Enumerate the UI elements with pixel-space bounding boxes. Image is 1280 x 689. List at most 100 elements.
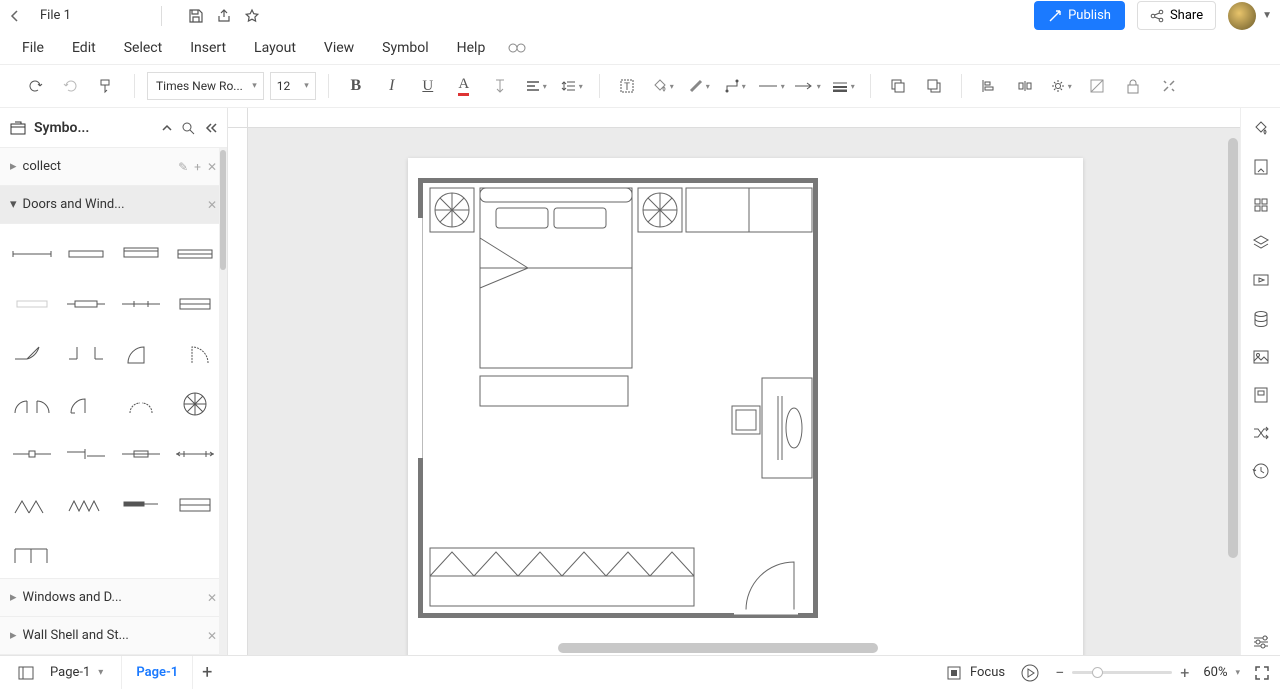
- focus-mode[interactable]: Focus: [946, 665, 1005, 681]
- bring-front-button[interactable]: [919, 71, 949, 101]
- lock-button[interactable]: [1118, 71, 1148, 101]
- zoom-out-button[interactable]: −: [1055, 663, 1064, 682]
- bold-button[interactable]: B: [341, 71, 371, 101]
- floorplan-drawing[interactable]: [418, 178, 818, 618]
- shuffle-icon[interactable]: [1248, 420, 1274, 446]
- menu-view[interactable]: View: [310, 34, 368, 62]
- menu-symbol[interactable]: Symbol: [368, 34, 442, 62]
- search-icon[interactable]: [181, 121, 195, 135]
- line-spacing-button[interactable]: [557, 71, 587, 101]
- symbol-sliding-4[interactable]: [171, 434, 219, 474]
- text-direction-button[interactable]: [485, 71, 515, 101]
- close-icon[interactable]: ✕: [207, 198, 217, 212]
- italic-button[interactable]: I: [377, 71, 407, 101]
- page-selector[interactable]: Page-1 ▾: [42, 665, 111, 680]
- font-size-select[interactable]: 12: [270, 72, 316, 100]
- avatar[interactable]: [1228, 2, 1256, 30]
- settings-toggle-icon[interactable]: [1248, 629, 1274, 655]
- font-color-button[interactable]: A: [449, 71, 479, 101]
- text-box-button[interactable]: T: [612, 71, 642, 101]
- align-button[interactable]: [521, 71, 551, 101]
- canvas-h-scrollbar[interactable]: [558, 643, 878, 653]
- symbol-bifold-1[interactable]: [8, 484, 56, 524]
- undo-button[interactable]: [20, 71, 50, 101]
- chevron-up-icon[interactable]: [161, 122, 173, 134]
- play-icon[interactable]: [1021, 664, 1039, 682]
- fill-color-button[interactable]: [648, 71, 678, 101]
- zoom-level[interactable]: 60%: [1203, 665, 1227, 680]
- publish-button[interactable]: Publish: [1034, 1, 1125, 30]
- data-icon[interactable]: [1248, 306, 1274, 332]
- menu-insert[interactable]: Insert: [176, 34, 240, 62]
- redo-button[interactable]: [56, 71, 86, 101]
- add-icon[interactable]: +: [194, 160, 201, 174]
- canvas[interactable]: [228, 108, 1240, 655]
- avatar-menu-caret[interactable]: ▼: [1262, 10, 1272, 21]
- symbol-door-1[interactable]: [8, 334, 56, 374]
- section-doors-windows[interactable]: ▾ Doors and Wind... ✕: [0, 186, 227, 224]
- symbol-wall-1[interactable]: [8, 234, 56, 274]
- symbol-door-arc-1[interactable]: [117, 334, 165, 374]
- section-windows[interactable]: ▸ Windows and D... ✕: [0, 579, 227, 617]
- symbol-door-2[interactable]: [62, 334, 110, 374]
- back-button[interactable]: [8, 9, 32, 23]
- grid-icon[interactable]: [1248, 192, 1274, 218]
- connector-button[interactable]: [720, 71, 750, 101]
- history-icon[interactable]: [1248, 458, 1274, 484]
- canvas-v-scrollbar[interactable]: [1228, 138, 1238, 558]
- symbol-sliding-3[interactable]: [117, 434, 165, 474]
- effects-button[interactable]: [1046, 71, 1076, 101]
- align-objects-button[interactable]: [974, 71, 1004, 101]
- menu-edit[interactable]: Edit: [58, 34, 110, 62]
- symbol-window-1[interactable]: [171, 284, 219, 324]
- zoom-slider[interactable]: [1072, 671, 1172, 674]
- line-color-button[interactable]: [684, 71, 714, 101]
- page-setup-icon[interactable]: [1248, 154, 1274, 180]
- symbol-garage-door[interactable]: [171, 484, 219, 524]
- format-painter-button[interactable]: [92, 71, 122, 101]
- distribute-button[interactable]: [1010, 71, 1040, 101]
- close-icon[interactable]: ✕: [207, 591, 217, 605]
- menu-file[interactable]: File: [8, 34, 58, 62]
- share-button[interactable]: Share: [1137, 1, 1216, 30]
- section-collect[interactable]: ▸ collect ✎ + ✕: [0, 148, 227, 186]
- symbol-opening-2[interactable]: [62, 284, 110, 324]
- edit-icon[interactable]: ✎: [178, 160, 188, 174]
- add-page-button[interactable]: +: [193, 662, 221, 683]
- line-style-button[interactable]: [756, 71, 786, 101]
- symbol-bifold-2[interactable]: [62, 484, 110, 524]
- line-weight-button[interactable]: [828, 71, 858, 101]
- zoom-in-button[interactable]: +: [1180, 663, 1189, 682]
- arrow-style-button[interactable]: [792, 71, 822, 101]
- image-icon[interactable]: [1248, 344, 1274, 370]
- preview-icon[interactable]: [507, 41, 527, 55]
- file-name[interactable]: File 1: [40, 8, 71, 23]
- send-back-button[interactable]: [883, 71, 913, 101]
- tools-button[interactable]: [1154, 71, 1184, 101]
- outline-icon[interactable]: [10, 666, 42, 680]
- font-family-select[interactable]: Times New Ro...: [147, 72, 264, 100]
- export-icon[interactable]: [210, 2, 238, 30]
- no-fill-button[interactable]: [1082, 71, 1112, 101]
- symbol-sliding-1[interactable]: [8, 434, 56, 474]
- close-icon[interactable]: ✕: [207, 629, 217, 643]
- symbol-opening-3[interactable]: [117, 284, 165, 324]
- symbol-wall-2[interactable]: [62, 234, 110, 274]
- symbol-wall-4[interactable]: [171, 234, 219, 274]
- collapse-panel-icon[interactable]: [203, 121, 217, 135]
- symbol-revolving-door[interactable]: [171, 384, 219, 424]
- underline-button[interactable]: U: [413, 71, 443, 101]
- layers-icon[interactable]: [1248, 230, 1274, 256]
- close-icon[interactable]: ✕: [207, 160, 217, 174]
- menu-select[interactable]: Select: [110, 34, 176, 62]
- symbol-double-door-2[interactable]: [62, 384, 110, 424]
- fullscreen-icon[interactable]: [1254, 665, 1270, 681]
- symbol-door-arc-2[interactable]: [171, 334, 219, 374]
- star-icon[interactable]: [238, 2, 266, 30]
- theme-icon[interactable]: [1248, 116, 1274, 142]
- symbol-pocket-1[interactable]: [117, 484, 165, 524]
- symbol-wall-3[interactable]: [117, 234, 165, 274]
- symbol-sliding-2[interactable]: [62, 434, 110, 474]
- symbol-double-door-3[interactable]: [117, 384, 165, 424]
- menu-help[interactable]: Help: [443, 34, 500, 62]
